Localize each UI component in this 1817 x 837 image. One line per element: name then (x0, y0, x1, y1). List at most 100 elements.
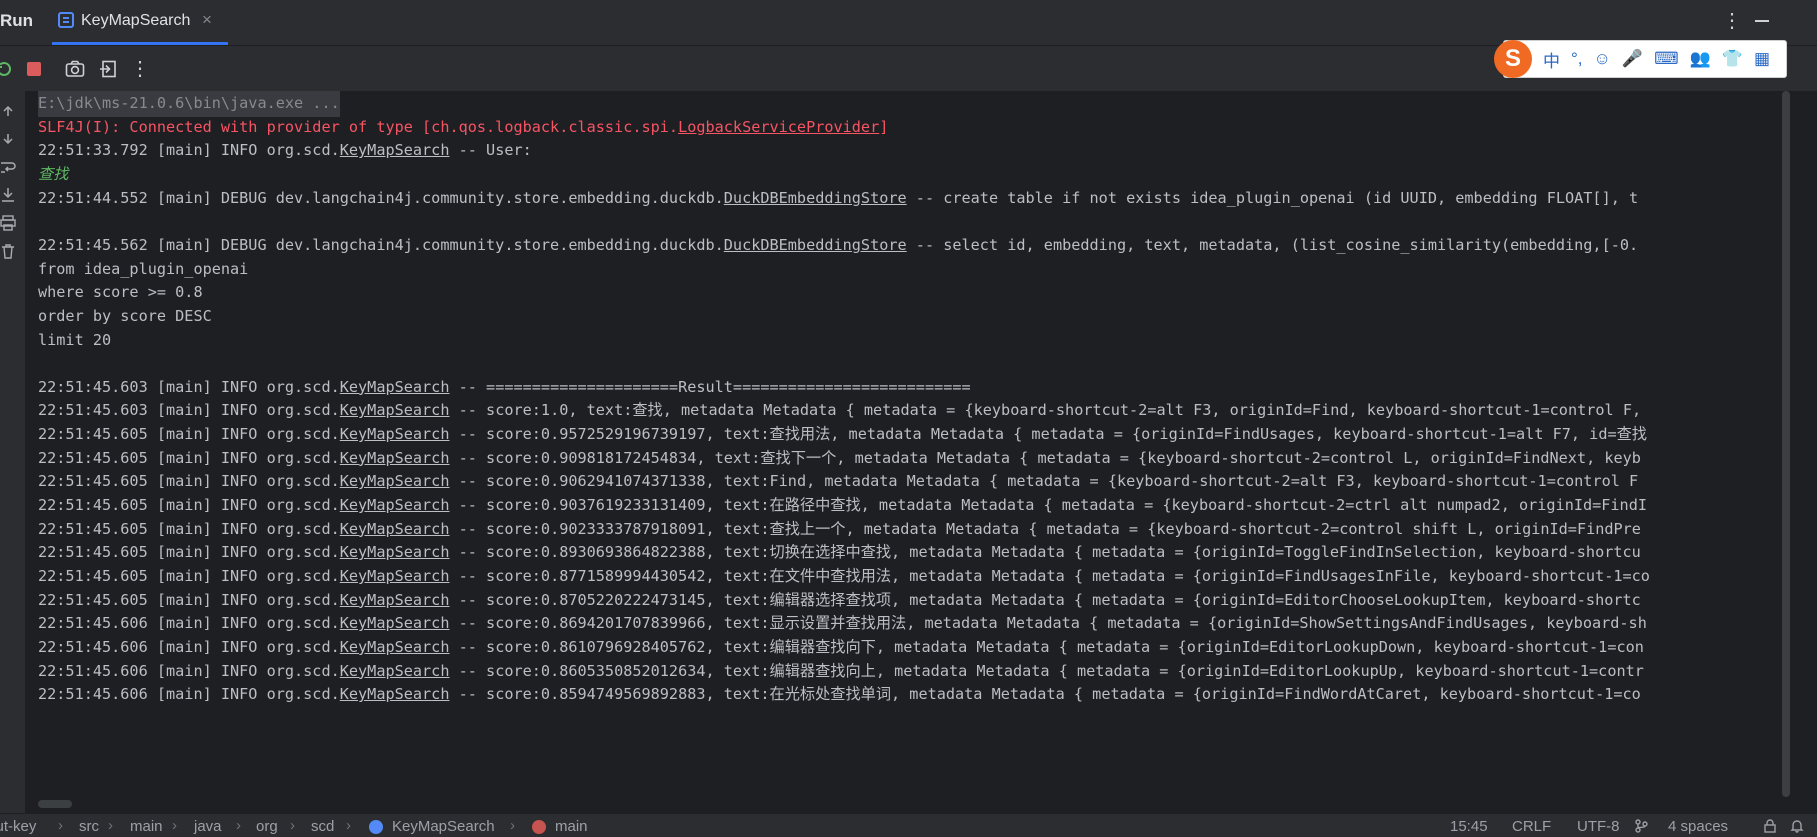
console-text: -- score:0.9572529196739197, text:查找用法, … (449, 425, 1647, 444)
breadcrumb-main[interactable]: main (130, 818, 163, 835)
class-link[interactable]: DuckDBEmbeddingStore (724, 189, 907, 207)
file-encoding[interactable]: UTF-8 (1577, 818, 1620, 835)
console-line: 22:51:33.792 [main] INFO org.scd.KeyMapS… (38, 137, 532, 164)
soft-wrap-icon[interactable] (0, 159, 16, 175)
print-icon[interactable] (0, 215, 16, 231)
breadcrumb-separator: › (172, 817, 177, 834)
console-text: 22:51:45.605 [main] INFO org.scd. (38, 543, 340, 562)
console-text: -- create table if not exists idea_plugi… (906, 188, 1639, 207)
trash-icon[interactable] (0, 243, 16, 259)
class-link[interactable]: KeyMapSearch (340, 543, 450, 561)
method-icon (532, 820, 546, 834)
more-options-icon[interactable]: ⋮ (1722, 8, 1742, 33)
console-text: -- score:0.8605350852012634, text:编辑器查找向… (449, 661, 1644, 680)
ime-users-icon[interactable]: 👥 (1690, 49, 1711, 69)
console-text: limit 20 (38, 330, 112, 349)
console-text: SLF4J(I): Connected with provider of typ… (38, 117, 679, 136)
console-line: limit 20 (38, 327, 111, 354)
stop-icon (27, 61, 41, 76)
notifications-icon[interactable] (1790, 819, 1804, 833)
console-text: 22:51:45.605 [main] INFO org.scd. (38, 590, 340, 609)
class-link[interactable]: KeyMapSearch (340, 662, 450, 680)
ime-logo[interactable]: S (1494, 40, 1532, 78)
caret-position[interactable]: 15:45 (1450, 818, 1488, 835)
console-text: -- score:0.8930693864822388, text:切换在选择中… (449, 543, 1641, 562)
screenshot-button[interactable] (62, 46, 88, 91)
class-link[interactable]: DuckDBEmbeddingStore (724, 236, 907, 254)
console-text: -- score:1.0, text:查找, metadata Metadata… (449, 401, 1642, 420)
console-text: ] (879, 117, 889, 136)
ime-toolbar: S 中 °, ☺ 🎤 ⌨ 👥 👕 ▦ (1494, 40, 1787, 78)
breadcrumb-org[interactable]: org (256, 818, 278, 835)
console-text: 22:51:45.606 [main] INFO org.scd. (38, 637, 340, 656)
rerun-icon (0, 61, 11, 76)
console-line: 22:51:45.606 [main] INFO org.scd.KeyMapS… (38, 681, 1641, 708)
breadcrumb-separator: › (510, 817, 515, 834)
console-text: -- score:0.8610796928405762, text:编辑器查找向… (449, 637, 1644, 656)
class-icon (369, 820, 383, 834)
ime-chinese-mode[interactable]: 中 (1543, 47, 1560, 72)
console-text: 查找 (38, 164, 69, 183)
run-config-icon (58, 12, 74, 28)
scroll-to-end-icon[interactable] (0, 187, 16, 203)
class-link[interactable]: KeyMapSearch (340, 401, 450, 419)
class-link[interactable]: KeyMapSearch (340, 591, 450, 609)
minimize-icon[interactable] (1755, 20, 1769, 22)
ime-punctuation[interactable]: °, (1571, 49, 1583, 69)
exit-button[interactable] (96, 46, 120, 91)
breadcrumb-method[interactable]: main (555, 818, 588, 835)
ime-toolbox-icon[interactable]: ▦ (1754, 49, 1770, 69)
horizontal-scrollbar[interactable] (38, 800, 72, 808)
console-text: -- score:0.8705220222473145, text:编辑器选择查… (449, 590, 1641, 609)
class-link[interactable]: KeyMapSearch (340, 378, 450, 396)
git-branch-icon[interactable] (1634, 819, 1648, 833)
class-link[interactable]: KeyMapSearch (340, 567, 450, 585)
line-separator[interactable]: CRLF (1512, 818, 1551, 835)
console-text: 22:51:45.562 [main] DEBUG dev.langchain4… (38, 235, 724, 254)
console-text: 22:51:45.606 [main] INFO org.scd. (38, 614, 340, 633)
console-side-toolbar (0, 91, 25, 813)
console-text: 22:51:45.603 [main] INFO org.scd. (38, 377, 340, 396)
breadcrumb-src[interactable]: src (79, 818, 99, 835)
ime-voice-icon[interactable]: 🎤 (1622, 49, 1643, 69)
breadcrumb-java[interactable]: java (194, 818, 222, 835)
breadcrumb-project[interactable]: cut-key (0, 818, 36, 835)
ime-skin-icon[interactable]: 👕 (1722, 49, 1743, 69)
console-text: 22:51:45.606 [main] INFO org.scd. (38, 685, 340, 704)
arrow-down-icon[interactable] (0, 131, 16, 147)
class-link[interactable]: LogbackServiceProvider (678, 118, 879, 136)
lock-icon[interactable] (1763, 819, 1777, 833)
breadcrumb-separator: › (108, 817, 113, 834)
console-line: 22:51:45.562 [main] DEBUG dev.langchain4… (38, 232, 1638, 259)
ime-emoji-icon[interactable]: ☺ (1594, 49, 1611, 69)
class-link[interactable]: KeyMapSearch (340, 449, 450, 467)
tab-keymapsearch[interactable]: KeyMapSearch × (52, 0, 228, 45)
arrow-up-icon[interactable] (0, 103, 16, 119)
class-link[interactable]: KeyMapSearch (340, 685, 450, 703)
tab-label: KeyMapSearch (81, 12, 191, 29)
class-link[interactable]: KeyMapSearch (340, 614, 450, 632)
class-link[interactable]: KeyMapSearch (340, 638, 450, 656)
class-link[interactable]: KeyMapSearch (340, 472, 450, 490)
console-text: 22:51:45.605 [main] INFO org.scd. (38, 425, 340, 444)
ime-keyboard-icon[interactable]: ⌨ (1654, 49, 1679, 69)
stop-button[interactable] (22, 46, 46, 91)
vertical-scrollbar[interactable] (1782, 91, 1790, 797)
console-text: 22:51:45.605 [main] INFO org.scd. (38, 472, 340, 491)
toolbar-more-icon[interactable]: ⋮ (128, 46, 152, 91)
exit-icon (100, 60, 116, 77)
console-output[interactable]: E:\jdk\ms-21.0.6\bin\java.exe ... SLF4J(I… (25, 91, 1790, 811)
console-line: 22:51:44.552 [main] DEBUG dev.langchain4… (38, 185, 1638, 212)
rerun-button[interactable] (0, 46, 16, 91)
class-link[interactable]: KeyMapSearch (340, 520, 450, 538)
indent-setting[interactable]: 4 spaces (1668, 818, 1728, 835)
class-link[interactable]: KeyMapSearch (340, 425, 450, 443)
class-link[interactable]: KeyMapSearch (340, 496, 450, 514)
breadcrumb-scd[interactable]: scd (311, 818, 334, 835)
console-text: where score >= 0.8 (38, 283, 203, 302)
breadcrumb-separator: › (346, 817, 351, 834)
close-icon[interactable]: × (202, 10, 212, 30)
class-link[interactable]: KeyMapSearch (340, 141, 450, 159)
breadcrumb-class[interactable]: KeyMapSearch (392, 818, 495, 835)
run-panel-title: Run (0, 11, 34, 30)
